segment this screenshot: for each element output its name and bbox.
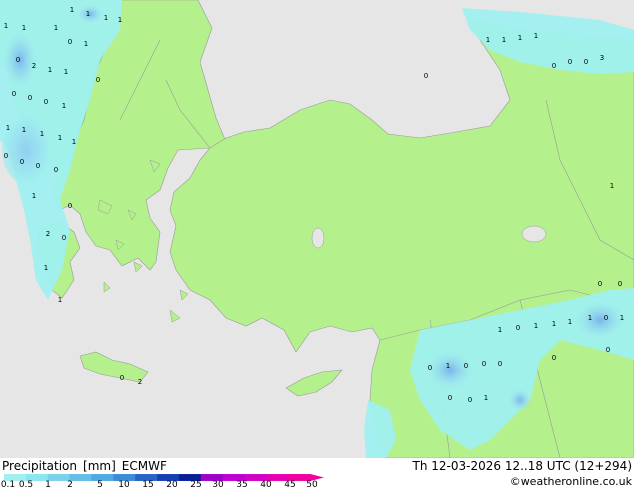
precip-value-label: 1: [70, 6, 74, 14]
precip-value-label: 0: [568, 58, 572, 66]
precip-value-label: 1: [72, 138, 76, 146]
colorbar-tick-label: 5: [97, 480, 103, 490]
precip-value-label: 0: [68, 38, 72, 46]
precip-value-label: 1: [58, 134, 62, 142]
precip-value-label: 0: [68, 202, 72, 210]
precip-value-label: 1: [610, 182, 614, 190]
colorbar-tick-label: 50: [306, 480, 318, 490]
precip-value-label: 1: [48, 66, 52, 74]
precip-value-label: 3: [600, 54, 604, 62]
precip-value-label: 2: [46, 230, 50, 238]
colorbar-tick-label: 0.5: [18, 480, 34, 490]
precip-value-label: 0: [584, 58, 588, 66]
colorbar-tick-label: 25: [190, 480, 202, 490]
precip-value-label: 0: [36, 162, 40, 170]
precip-value-label: 1: [22, 24, 26, 32]
precip-value-label: 1: [44, 264, 48, 272]
colorbar-tick-label: 1: [45, 480, 51, 490]
title-model: ECMWF: [121, 459, 167, 473]
precip-value-label: 1: [118, 16, 122, 24]
colorbar-tick-label: 40: [260, 480, 272, 490]
precip-value-label: 1: [534, 322, 538, 330]
precip-value-label: 1: [58, 296, 62, 304]
precip-value-label: 1: [568, 318, 572, 326]
precip-value-label: 1: [486, 36, 490, 44]
colorbar-tick-label: 45: [284, 480, 296, 490]
precip-value-label: 0: [428, 364, 432, 372]
precip-value-label: 1: [534, 32, 538, 40]
precip-value-label: 0: [448, 394, 452, 402]
lake-van: [521, 225, 547, 243]
colorbar-ticks: 0.1 0.5 1 2 5 10 15 20 25 30 35 40 45 50: [0, 480, 330, 490]
precip-value-label: 1: [104, 14, 108, 22]
precip-value-label: 0: [96, 76, 100, 84]
colorbar-tick-label: 15: [142, 480, 154, 490]
map-datetime: Th 12-03-2026 12..18 UTC (12+294): [412, 459, 632, 473]
site-credit: ©weatheronline.co.uk: [509, 475, 632, 488]
precip-value-label: 0: [20, 158, 24, 166]
precip-value-label: 0: [618, 280, 622, 288]
precip-value-label: 0: [4, 152, 8, 160]
precip-value-label: 1: [32, 192, 36, 200]
colorbar-tick-label: 10: [118, 480, 130, 490]
map-footer: Precipitation [mm] ECMWF Th 12-03-2026 12.…: [0, 458, 634, 490]
colorbar-tick-label: 35: [236, 480, 248, 490]
precip-value-label: 0: [516, 324, 520, 332]
precip-value-label: 0: [498, 360, 502, 368]
precip-value-label: 0: [28, 94, 32, 102]
precip-value-label: 0: [606, 346, 610, 354]
precip-value-label: 0: [120, 374, 124, 382]
precip-value-label: 1: [518, 34, 522, 42]
precip-value-label: 0: [468, 396, 472, 404]
precip-value-label: 0: [62, 234, 66, 242]
title-variable: Precipitation: [2, 459, 78, 473]
precip-value-label: 1: [588, 314, 592, 322]
precip-value-label: 1: [84, 40, 88, 48]
precip-value-label: 1: [22, 126, 26, 134]
precip-value-label: 0: [44, 98, 48, 106]
colorbar-tick-label: 30: [212, 480, 224, 490]
map-title: Precipitation [mm] ECMWF: [2, 459, 173, 473]
colorbar-tick-label: 0.1: [0, 480, 16, 490]
precip-value-label: 0: [16, 56, 20, 64]
precip-value-label: 1: [64, 68, 68, 76]
colorbar-tick-label: 2: [67, 480, 73, 490]
precip-value-label: 0: [552, 354, 556, 362]
precip-value-label: 1: [484, 394, 488, 402]
precip-value-label: 1: [54, 24, 58, 32]
precip-value-label: 0: [12, 90, 16, 98]
precip-value-label: 2: [138, 378, 142, 386]
precip-value-label: 1: [552, 320, 556, 328]
precip-value-label: 0: [464, 362, 468, 370]
precip-value-label: 0: [54, 166, 58, 174]
precip-value-label: 1: [502, 36, 506, 44]
precip-value-label: 0: [552, 62, 556, 70]
precip-value-label: 1: [86, 10, 90, 18]
precip-value-label: 0: [604, 314, 608, 322]
precip-value-label: 1: [6, 124, 10, 132]
precipitation-map: 1 1 1 1 1 1 1 0 1 0 2 1 1 0 0 0 0 1 1 1 1 1 1 0 0 0 0 1 0 2 0 1 1 0 2 0 1 1 1 1…: [0, 0, 634, 458]
precip-value-label: 0: [424, 72, 428, 80]
precip-value-label: 1: [620, 314, 624, 322]
precip-value-label: 1: [446, 362, 450, 370]
precip-value-label: 1: [498, 326, 502, 334]
precip-value-label: 2: [32, 62, 36, 70]
map-canvas: 1 1 1 1 1 1 1 0 1 0 2 1 1 0 0 0 0 1 1 1 1 1 1 0 0 0 0 1 0 2 0 1 1 0 2 0 1 1 1 1…: [0, 0, 634, 458]
precip-value-label: 1: [4, 22, 8, 30]
title-unit: [mm]: [83, 459, 116, 473]
precip-value-label: 0: [482, 360, 486, 368]
precip-value-label: 1: [40, 130, 44, 138]
lake-tuz: [311, 227, 325, 249]
colorbar-tick-label: 20: [166, 480, 178, 490]
precip-value-label: 0: [598, 280, 602, 288]
precip-value-label: 1: [62, 102, 66, 110]
